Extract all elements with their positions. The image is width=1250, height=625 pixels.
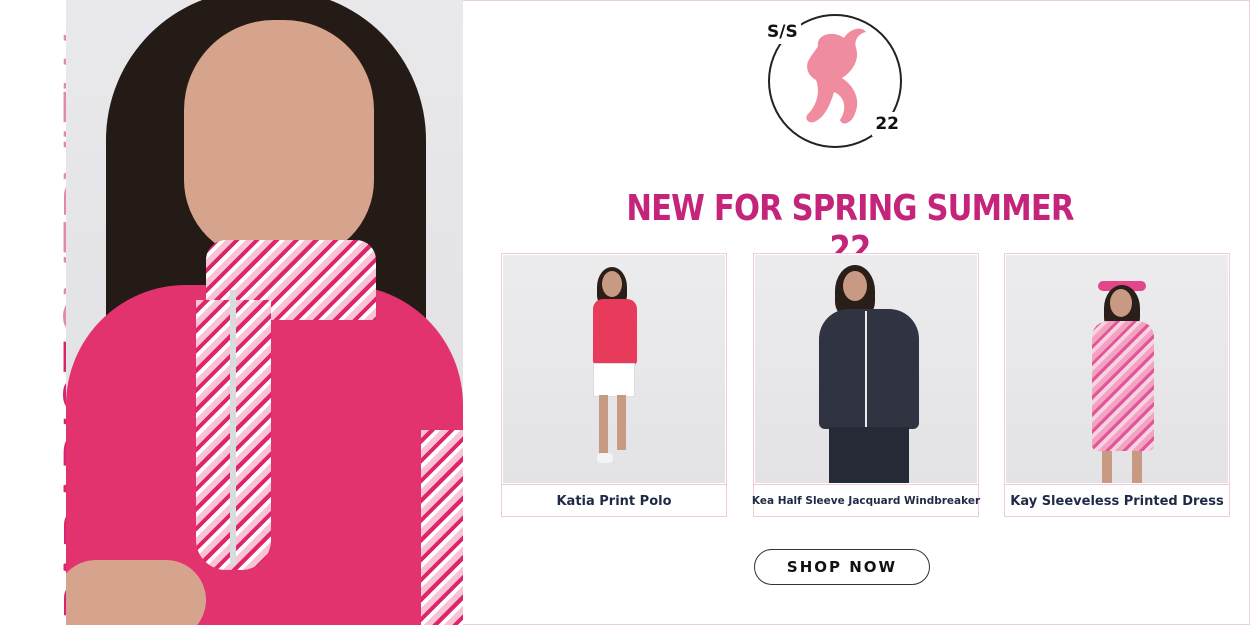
pink-horse-logo-icon [806, 28, 866, 124]
model-leg [1102, 451, 1112, 483]
brand-word-overview: OVERVIEW [52, 35, 66, 339]
hero-model-image[interactable] [66, 0, 463, 625]
logo-year-text: 22 [872, 112, 902, 136]
product-card-katia[interactable]: Katia Print Polo [501, 253, 727, 517]
model-leg [1132, 451, 1142, 483]
model-red-polo [593, 299, 637, 365]
model-head [1110, 289, 1132, 317]
model-navy-windbreaker [819, 309, 919, 429]
ss22-logo: S/S 22 [764, 14, 902, 148]
hero-crossed-arm [66, 560, 206, 625]
model-leg [599, 395, 608, 455]
model-head [602, 271, 622, 297]
model-head [843, 271, 867, 301]
model-navy-pants [829, 427, 909, 483]
product-card-kea[interactable]: Kea Half Sleeve Jacquard Windbreaker [752, 253, 980, 517]
product-name-katia[interactable]: Katia Print Polo [502, 484, 726, 517]
logo-season-text: S/S [764, 20, 801, 44]
product-name-kay[interactable]: Kay Sleeveless Printed Dress [1005, 484, 1229, 517]
product-image-katia[interactable] [503, 255, 725, 483]
product-card-kay[interactable]: Kay Sleeveless Printed Dress [1004, 253, 1230, 517]
hero-printed-side-panel [421, 430, 463, 625]
windbreaker-zip [865, 311, 867, 429]
product-name-kea[interactable]: Kea Half Sleeve Jacquard Windbreaker [752, 484, 980, 517]
product-image-kea[interactable] [755, 255, 977, 483]
model-shoe [597, 453, 613, 463]
hero-zipper [230, 290, 236, 565]
product-image-kay[interactable] [1006, 255, 1228, 483]
shop-now-button[interactable]: SHOP NOW [754, 549, 930, 585]
brand-word-paradise: PARADISE [52, 338, 66, 620]
model-white-skirt [593, 363, 635, 397]
hero-face [184, 20, 374, 260]
model-leg [617, 395, 626, 450]
model-printed-dress [1092, 321, 1154, 451]
vertical-brand-title: PARADISEOVERVIEW [0, 0, 66, 625]
vertical-brand-text: PARADISEOVERVIEW [52, 35, 66, 620]
